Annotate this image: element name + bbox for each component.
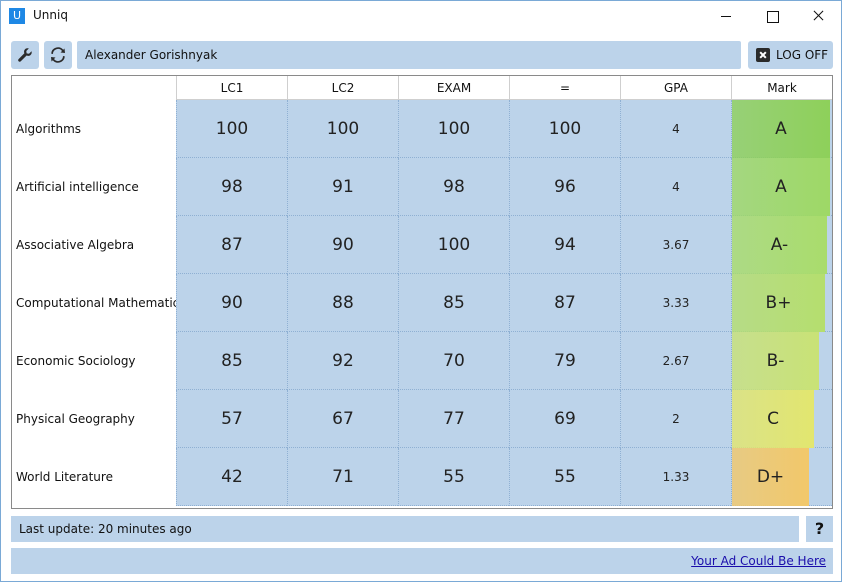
lc2-cell: 100: [287, 100, 398, 158]
lc1-cell: 57: [176, 390, 287, 448]
column-header-lc1[interactable]: LC1: [176, 76, 287, 100]
exam-cell: 100: [398, 216, 509, 274]
subject-name: World Literature: [12, 448, 176, 506]
grades-table: LC1 LC2 EXAM = GPA Mark Algorithms 100 1…: [11, 75, 833, 509]
lc2-cell: 91: [287, 158, 398, 216]
table-row[interactable]: Computational Mathematics 90 88 85 87 3.…: [12, 274, 832, 332]
wrench-icon: [18, 48, 32, 62]
mark-cell: B-: [731, 332, 832, 390]
mark-cell: C: [731, 390, 832, 448]
lc1-cell: 42: [176, 448, 287, 506]
column-header-mark[interactable]: Mark: [731, 76, 832, 100]
total-cell: 94: [509, 216, 620, 274]
table-row[interactable]: Associative Algebra 87 90 100 94 3.67 A-: [12, 216, 832, 274]
total-cell: 87: [509, 274, 620, 332]
mark-bar: A: [732, 158, 830, 216]
subject-name: Physical Geography: [12, 390, 176, 448]
table-row[interactable]: World Literature 42 71 55 55 1.33 D+: [12, 448, 832, 506]
lc1-cell: 87: [176, 216, 287, 274]
lc2-cell: 71: [287, 448, 398, 506]
settings-button[interactable]: [11, 41, 39, 69]
subject-name: Associative Algebra: [12, 216, 176, 274]
user-name-field: Alexander Gorishnyak: [77, 41, 741, 69]
exam-cell: 85: [398, 274, 509, 332]
logoff-button[interactable]: LOG OFF: [748, 41, 833, 69]
help-button[interactable]: ?: [806, 516, 833, 542]
subject-name: Algorithms: [12, 100, 176, 158]
table-row[interactable]: Algorithms 100 100 100 100 4 A: [12, 100, 832, 158]
mark-cell: B+: [731, 274, 832, 332]
lc2-cell: 92: [287, 332, 398, 390]
table-row[interactable]: Physical Geography 57 67 77 69 2 C: [12, 390, 832, 448]
subject-name: Computational Mathematics: [12, 274, 186, 332]
lc2-cell: 88: [287, 274, 398, 332]
close-box-icon: [756, 48, 770, 62]
exam-cell: 100: [398, 100, 509, 158]
gpa-cell: 2.67: [620, 332, 731, 390]
gpa-cell: 2: [620, 390, 731, 448]
column-header-lc2[interactable]: LC2: [287, 76, 398, 100]
subject-name: Artificial intelligence: [12, 158, 176, 216]
maximize-button[interactable]: [749, 1, 795, 31]
column-header-gpa[interactable]: GPA: [620, 76, 731, 100]
ad-bar: Your Ad Could Be Here: [11, 548, 833, 574]
column-header-total[interactable]: =: [509, 76, 620, 100]
exam-cell: 77: [398, 390, 509, 448]
mark-bar: D+: [732, 448, 809, 506]
sync-button[interactable]: [44, 41, 72, 69]
gpa-cell: 1.33: [620, 448, 731, 506]
total-cell: 96: [509, 158, 620, 216]
app-icon: U: [9, 8, 25, 24]
mark-bar: B+: [732, 274, 825, 332]
ad-link[interactable]: Your Ad Could Be Here: [691, 554, 826, 568]
lc1-cell: 100: [176, 100, 287, 158]
exam-cell: 55: [398, 448, 509, 506]
exam-cell: 98: [398, 158, 509, 216]
total-cell: 55: [509, 448, 620, 506]
title-bar: U Unniq: [1, 1, 841, 31]
gpa-cell: 4: [620, 100, 731, 158]
total-cell: 100: [509, 100, 620, 158]
gpa-cell: 3.67: [620, 216, 731, 274]
mark-cell: A-: [731, 216, 832, 274]
subject-name: Economic Sociology: [12, 332, 176, 390]
lc2-cell: 67: [287, 390, 398, 448]
total-cell: 69: [509, 390, 620, 448]
gpa-cell: 3.33: [620, 274, 731, 332]
mark-bar: A: [732, 100, 830, 158]
lc1-cell: 90: [176, 274, 287, 332]
mark-bar: B-: [732, 332, 819, 390]
total-cell: 79: [509, 332, 620, 390]
close-button[interactable]: [795, 1, 841, 31]
sync-icon: [51, 47, 65, 63]
gpa-cell: 4: [620, 158, 731, 216]
exam-cell: 70: [398, 332, 509, 390]
app-window: U Unniq Alexander Gorishnyak LOG OFF LC1…: [0, 0, 842, 582]
mark-bar: A-: [732, 216, 827, 274]
window-title: Unniq: [33, 8, 68, 22]
mark-cell: A: [731, 100, 832, 158]
last-update-status: Last update: 20 minutes ago: [11, 516, 799, 542]
lc1-cell: 98: [176, 158, 287, 216]
minimize-button[interactable]: [703, 1, 749, 31]
column-header-exam[interactable]: EXAM: [398, 76, 509, 100]
table-row[interactable]: Artificial intelligence 98 91 98 96 4 A: [12, 158, 832, 216]
logoff-label: LOG OFF: [776, 48, 829, 62]
mark-cell: A: [731, 158, 832, 216]
table-row[interactable]: Economic Sociology 85 92 70 79 2.67 B-: [12, 332, 832, 390]
lc1-cell: 85: [176, 332, 287, 390]
mark-cell: D+: [731, 448, 832, 506]
mark-bar: C: [732, 390, 814, 448]
lc2-cell: 90: [287, 216, 398, 274]
